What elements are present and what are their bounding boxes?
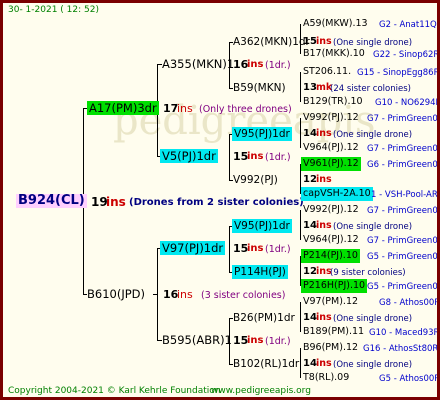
gen2-b[interactable]: V5(PJ)1dr bbox=[160, 149, 218, 163]
gen2-b-note: (1dr.) bbox=[265, 152, 291, 163]
gen4-source: 1 - VSH-Pool-AR bbox=[371, 190, 438, 200]
gen2-b-ins: ins bbox=[247, 151, 264, 162]
gen3-e-num: 14 bbox=[303, 220, 317, 231]
gen4-name[interactable]: B129(TR).10 bbox=[303, 95, 363, 109]
site-link[interactable]: www.pedigreeapis.org bbox=[211, 384, 311, 397]
gen2-d-ins: ins bbox=[247, 335, 264, 346]
gen4-name[interactable]: P216H(PJ).10 bbox=[301, 279, 368, 293]
gen4-name[interactable]: V961(PJ).12 bbox=[301, 157, 361, 171]
gen4-source: G5 - Athos00R bbox=[379, 374, 440, 384]
gen3-c-ins: ins bbox=[316, 128, 332, 139]
gen4-name[interactable]: T8(RL).09 bbox=[303, 371, 349, 385]
gen4-name[interactable]: P214(PJ).10 bbox=[301, 249, 360, 263]
sire-queen[interactable]: A17(PM)3dr bbox=[87, 101, 159, 115]
gen4-name[interactable]: ST206.11. bbox=[303, 65, 351, 79]
gen3-e-ins: ins bbox=[316, 220, 332, 231]
gen4-source: G7 - PrimGreen00 bbox=[367, 114, 440, 124]
gen3-c-note: (One single drone) bbox=[333, 130, 413, 140]
timestamp: 30- 1-2021 ( 12: 52) bbox=[8, 5, 99, 15]
gen3-a[interactable]: A362(MKN)1dr bbox=[233, 35, 310, 49]
sire-note: (Only three drones) bbox=[199, 104, 292, 115]
gen3-h[interactable]: B102(RL)1dr bbox=[233, 357, 299, 371]
dam-note: (3 sister colonies) bbox=[201, 290, 286, 301]
gen4-name[interactable]: A59(MKW).13 bbox=[303, 17, 368, 31]
gen4-name[interactable]: V964(PJ).12 bbox=[303, 141, 359, 155]
gen3-f-note: (9 sister colonies) bbox=[330, 268, 406, 278]
copyright: Copyright 2004-2021 © Karl Kehrle Founda… bbox=[8, 386, 221, 396]
gen3-b[interactable]: B59(MKN) bbox=[233, 81, 286, 95]
connector bbox=[300, 348, 301, 378]
gen3-g[interactable]: B26(PM)1dr bbox=[233, 311, 295, 325]
gen4-name[interactable]: V964(PJ).12 bbox=[303, 233, 359, 247]
gen3-f[interactable]: P114H(PJ) bbox=[232, 265, 288, 279]
gen2-a-note: (1dr.) bbox=[265, 60, 291, 71]
gen4-source: G7 - PrimGreen00 bbox=[367, 206, 440, 216]
gen4-source: G15 - SinopEgg86R bbox=[357, 68, 440, 78]
connector bbox=[229, 134, 230, 180]
gen4-source: G10 - Maced93R bbox=[369, 328, 440, 338]
gen3-c[interactable]: V95(PJ)1dr bbox=[232, 127, 292, 141]
gen3-g-num: 14 bbox=[303, 312, 317, 323]
gen4-name[interactable]: B96(PM).12 bbox=[303, 341, 358, 355]
gen3-d[interactable]: V992(PJ) bbox=[233, 173, 278, 187]
connector bbox=[229, 226, 230, 272]
gen3-e-note: (One single drone) bbox=[333, 222, 413, 232]
gen2-d[interactable]: B595(ABR)1 bbox=[162, 333, 232, 347]
gen2-c-note: (1dr.) bbox=[265, 244, 291, 255]
gen3-h-ins: ins bbox=[316, 358, 332, 369]
gen4-name[interactable]: B17(MKK).10 bbox=[303, 47, 365, 61]
gen4-source: G5 - PrimGreen00 bbox=[367, 282, 440, 292]
gen3-d-num: 12 bbox=[303, 174, 317, 185]
gen3-b-num: 13 bbox=[303, 82, 317, 93]
gen4-source: G6 - PrimGreen00 bbox=[367, 160, 440, 170]
gen3-h-note: (One single drone) bbox=[333, 360, 413, 370]
connector bbox=[300, 210, 301, 240]
gen4-source: G2 - Anat11Q bbox=[379, 20, 437, 30]
connector bbox=[300, 302, 301, 332]
dam-queen[interactable]: B610(JPD) bbox=[87, 287, 145, 301]
gen4-source: G8 - Athos00R bbox=[379, 298, 440, 308]
root-queen[interactable]: B924(CL) bbox=[16, 194, 87, 208]
gen4-name[interactable]: V97(PM).12 bbox=[303, 295, 358, 309]
dam-ins: ins bbox=[177, 288, 193, 301]
gen2-a-ins: ins bbox=[247, 59, 264, 70]
gen4-name[interactable]: B189(PM).11 bbox=[303, 325, 364, 339]
gen2-a[interactable]: A355(MKN)1 bbox=[162, 57, 234, 71]
connector bbox=[300, 118, 301, 148]
gen4-source: G10 - NO6294R bbox=[375, 98, 440, 108]
gen3-h-num: 14 bbox=[303, 358, 317, 369]
pedigree-frame: pedigreeapis 30- 1-2021 ( 12: 52) Copyri… bbox=[0, 0, 440, 400]
gen3-c-num: 14 bbox=[303, 128, 317, 139]
gen2-c-ins: ins bbox=[247, 243, 264, 254]
gen4-source: G22 - Sinop62R bbox=[373, 50, 440, 60]
gen3-b-note: (24 sister colonies) bbox=[330, 84, 411, 94]
gen3-g-note: (One single drone) bbox=[333, 314, 413, 324]
gen4-name[interactable]: V992(PJ).12 bbox=[303, 111, 359, 125]
gen2-d-note: (1dr.) bbox=[265, 336, 291, 347]
gen3-g-ins: ins bbox=[316, 312, 332, 323]
connector bbox=[300, 72, 301, 102]
connector bbox=[153, 294, 158, 295]
gen4-source: G7 - PrimGreen00 bbox=[367, 236, 440, 246]
gen3-e[interactable]: V95(PJ)1dr bbox=[232, 219, 292, 233]
gen3-d-ins: ins bbox=[316, 174, 332, 185]
gen4-name[interactable]: capVSH-2A.10 bbox=[301, 187, 373, 201]
gen3-f-num: 12 bbox=[303, 266, 317, 277]
gen4-source: G7 - PrimGreen00 bbox=[367, 144, 440, 154]
root-note: (Drones from 2 sister colonies) bbox=[129, 197, 304, 208]
gen4-source: G16 - AthosSt80R bbox=[363, 344, 439, 354]
root-ins: ins bbox=[106, 195, 126, 209]
sire-ins: ins bbox=[177, 102, 193, 115]
gen4-source: G5 - PrimGreen00 bbox=[367, 252, 440, 262]
gen2-c[interactable]: V97(PJ)1dr bbox=[160, 241, 226, 255]
gen4-name[interactable]: V992(PJ).12 bbox=[303, 203, 359, 217]
